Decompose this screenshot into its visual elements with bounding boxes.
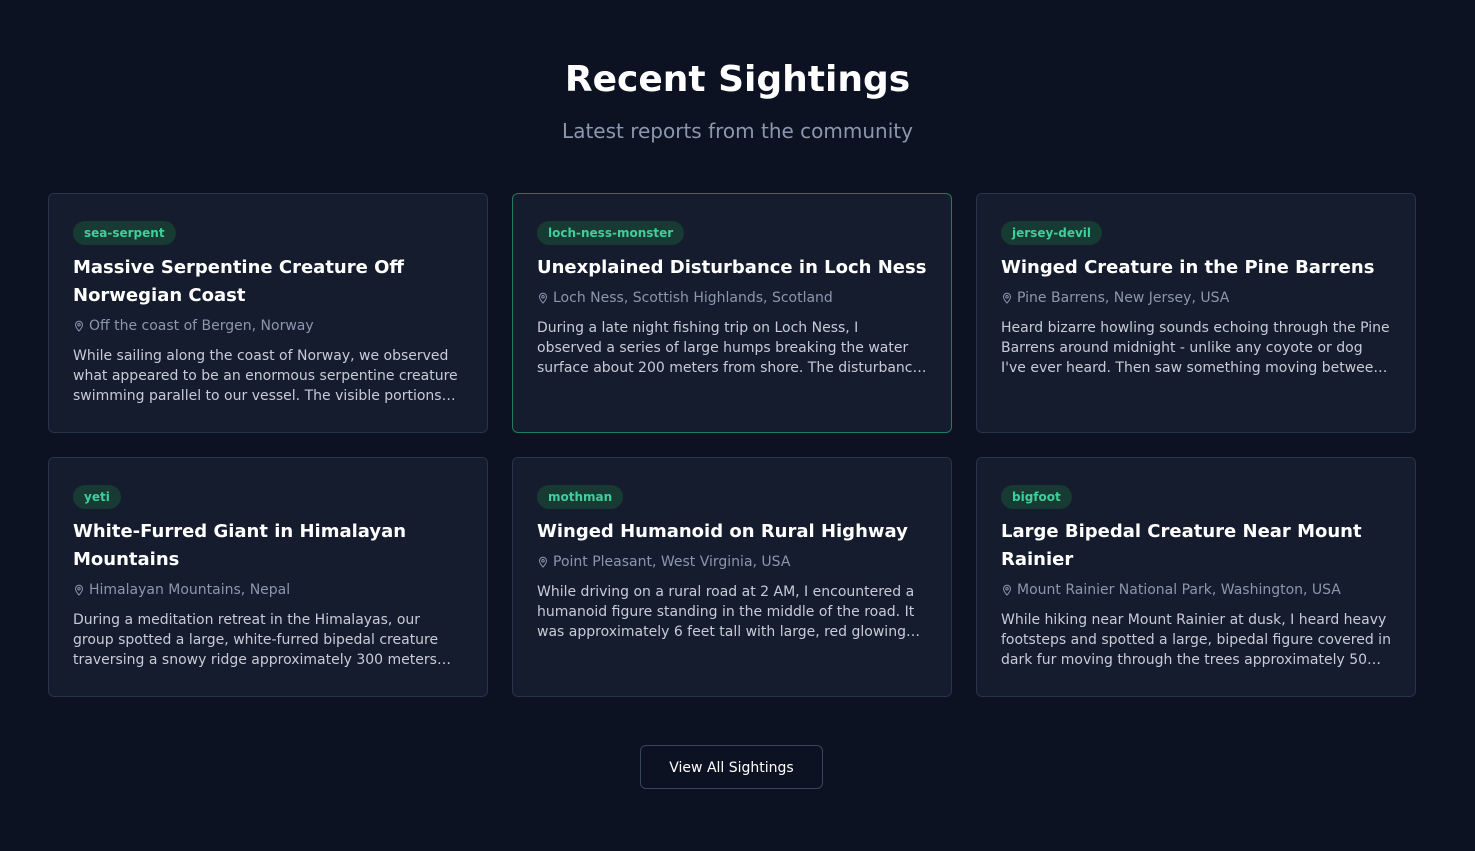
creature-tag[interactable]: yeti — [73, 485, 121, 509]
sighting-description: Heard bizarre howling sounds echoing thr… — [1001, 320, 1390, 376]
sighting-card[interactable]: jersey-devil Winged Creature in the Pine… — [976, 193, 1416, 433]
page-title: Recent Sightings — [564, 59, 911, 100]
location-text: Mount Rainier National Park, Washington,… — [1017, 582, 1341, 598]
creature-tag[interactable]: bigfoot — [1001, 485, 1072, 509]
map-pin-icon — [74, 584, 84, 596]
sighting-card[interactable]: sea-serpent Massive Serpentine Creature … — [48, 193, 488, 433]
creature-tag[interactable]: jersey-devil — [1001, 221, 1103, 245]
sighting-description: During a late night fishing trip on Loch… — [537, 320, 922, 376]
map-pin-icon — [538, 556, 548, 568]
sighting-location: Off the coast of Bergen, Norway — [73, 316, 463, 336]
sighting-card[interactable]: bigfoot Large Bipedal Creature Near Moun… — [976, 457, 1416, 697]
map-pin-icon — [538, 292, 548, 304]
map-pin-icon — [74, 320, 84, 332]
recent-sightings-section: Recent Sightings Latest reports from the… — [0, 0, 1475, 851]
sighting-title[interactable]: Massive Serpentine Creature Off Norwegia… — [73, 254, 463, 310]
sighting-title[interactable]: White-Furred Giant in Himalayan Mountain… — [73, 518, 463, 574]
creature-tag[interactable]: sea-serpent — [73, 221, 176, 245]
sighting-location: Mount Rainier National Park, Washington,… — [1001, 580, 1391, 600]
sighting-title[interactable]: Winged Humanoid on Rural Highway — [537, 518, 927, 546]
creature-tag[interactable]: loch-ness-monster — [537, 221, 685, 245]
location-text: Pine Barrens, New Jersey, USA — [1017, 290, 1230, 306]
sighting-title[interactable]: Winged Creature in the Pine Barrens — [1001, 254, 1391, 282]
map-pin-icon — [1002, 292, 1012, 304]
sighting-description: While driving on a rural road at 2 AM, I… — [537, 584, 915, 640]
sighting-description: During a meditation retreat in the Himal… — [73, 612, 439, 668]
sighting-location: Pine Barrens, New Jersey, USA — [1001, 288, 1391, 308]
location-text: Point Pleasant, West Virginia, USA — [553, 554, 791, 570]
sighting-card[interactable]: yeti White-Furred Giant in Himalayan Mou… — [48, 457, 488, 697]
creature-tag[interactable]: mothman — [537, 485, 624, 509]
map-pin-icon — [1002, 584, 1012, 596]
sighting-location: Point Pleasant, West Virginia, USA — [537, 552, 927, 572]
sightings-grid: sea-serpent Massive Serpentine Creature … — [48, 193, 1416, 697]
location-text: Loch Ness, Scottish Highlands, Scotland — [553, 290, 833, 306]
sighting-title[interactable]: Unexplained Disturbance in Loch Ness — [537, 254, 927, 282]
sighting-title[interactable]: Large Bipedal Creature Near Mount Rainie… — [1001, 518, 1391, 574]
sighting-location: Loch Ness, Scottish Highlands, Scotland — [537, 288, 927, 308]
sighting-description: While sailing along the coast of Norway,… — [73, 348, 458, 404]
view-all-sightings-button[interactable]: View All Sightings — [640, 745, 823, 789]
sighting-card[interactable]: mothman Winged Humanoid on Rural Highway… — [512, 457, 952, 697]
sighting-card[interactable]: loch-ness-monster Unexplained Disturbanc… — [512, 193, 952, 433]
location-text: Himalayan Mountains, Nepal — [89, 582, 291, 598]
sighting-location: Himalayan Mountains, Nepal — [73, 580, 463, 600]
location-text: Off the coast of Bergen, Norway — [89, 318, 314, 334]
sighting-description: While hiking near Mount Rainier at dusk,… — [1001, 612, 1391, 668]
page-subtitle: Latest reports from the community — [562, 119, 913, 143]
